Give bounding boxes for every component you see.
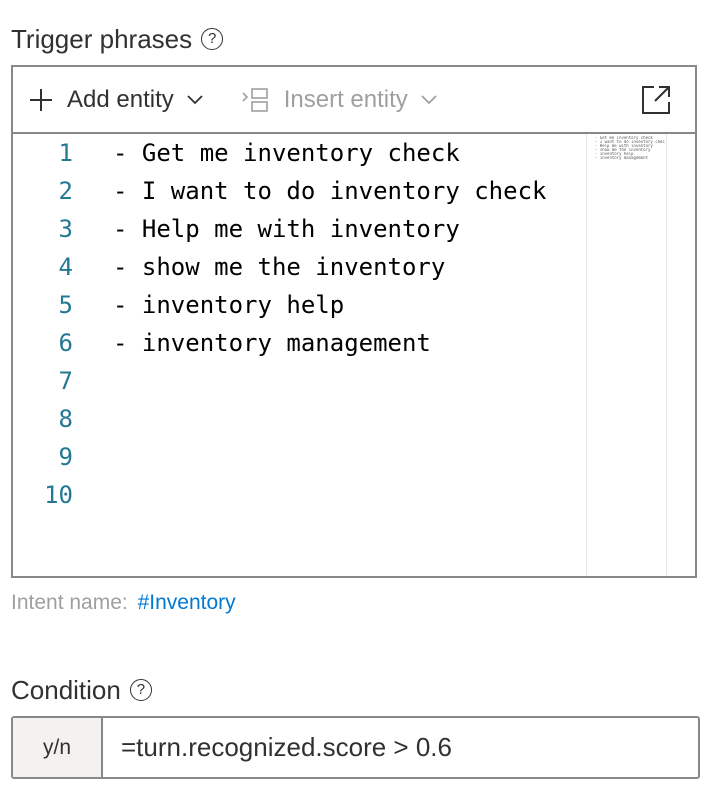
line-number-gutter: 1 2 3 4 5 6 7 8 9 10 (13, 134, 73, 514)
minimap-line: - inventory management (595, 156, 648, 160)
code-area[interactable]: 1 2 3 4 5 6 7 8 9 10 - Get me inventory … (13, 134, 695, 576)
trigger-phrases-editor: Add entity Insert entity 1 2 3 4 5 6 7 8… (11, 65, 697, 578)
add-entity-button[interactable]: Add entity (29, 67, 204, 132)
code-line[interactable]: - I want to do inventory check (113, 172, 588, 210)
line-number: 9 (58, 443, 73, 471)
help-icon[interactable]: ? (201, 28, 224, 50)
line-number: 2 (58, 177, 73, 205)
plus-icon (30, 88, 52, 111)
line-number: 6 (58, 329, 73, 357)
condition-field: y/n (11, 716, 700, 779)
line-number: 10 (44, 481, 73, 509)
intent-name-label: Intent name: (11, 591, 128, 614)
trigger-phrases-title: Trigger phrases (11, 24, 193, 54)
code-line[interactable]: - Get me inventory check (113, 134, 588, 172)
condition-input[interactable] (103, 718, 698, 777)
chevron-down-icon (421, 94, 437, 104)
condition-type-prefix: y/n (13, 718, 103, 777)
insert-entity-icon (242, 87, 268, 112)
condition-label: Condition ? (11, 677, 152, 703)
code-line[interactable] (113, 476, 588, 514)
line-number: 7 (58, 367, 73, 395)
line-number: 4 (58, 253, 73, 281)
intent-name: Intent name: #Inventory (11, 591, 236, 615)
code-line[interactable] (113, 400, 588, 438)
code-line[interactable] (113, 438, 588, 476)
code-line[interactable] (113, 362, 588, 400)
line-number: 1 (58, 139, 73, 167)
help-icon[interactable]: ? (129, 679, 152, 701)
code-line[interactable]: - inventory management (113, 324, 588, 362)
line-number: 5 (58, 291, 73, 319)
code-line[interactable]: - show me the inventory (113, 248, 588, 286)
trigger-phrases-label: Trigger phrases ? (11, 24, 224, 54)
insert-entity-label: Insert entity (283, 85, 408, 113)
minimap[interactable]: - Get me inventory check - I want to do … (586, 134, 695, 576)
minimap-scrollbar[interactable] (666, 134, 667, 576)
insert-entity-button[interactable]: Insert entity (242, 67, 438, 132)
code-line[interactable]: - Help me with inventory (113, 210, 588, 248)
chevron-down-icon (187, 94, 203, 104)
code-line[interactable]: - inventory help (113, 286, 588, 324)
editor-toolbar: Add entity Insert entity (13, 67, 695, 134)
code-lines[interactable]: - Get me inventory check - I want to do … (113, 134, 588, 514)
add-entity-label: Add entity (67, 85, 174, 113)
intent-name-link[interactable]: #Inventory (138, 591, 236, 614)
line-number: 8 (58, 405, 73, 433)
line-number: 3 (58, 215, 73, 243)
condition-title: Condition (11, 675, 121, 705)
minimap-lines: - Get me inventory check - I want to do … (595, 136, 665, 160)
popout-icon[interactable] (641, 85, 671, 120)
